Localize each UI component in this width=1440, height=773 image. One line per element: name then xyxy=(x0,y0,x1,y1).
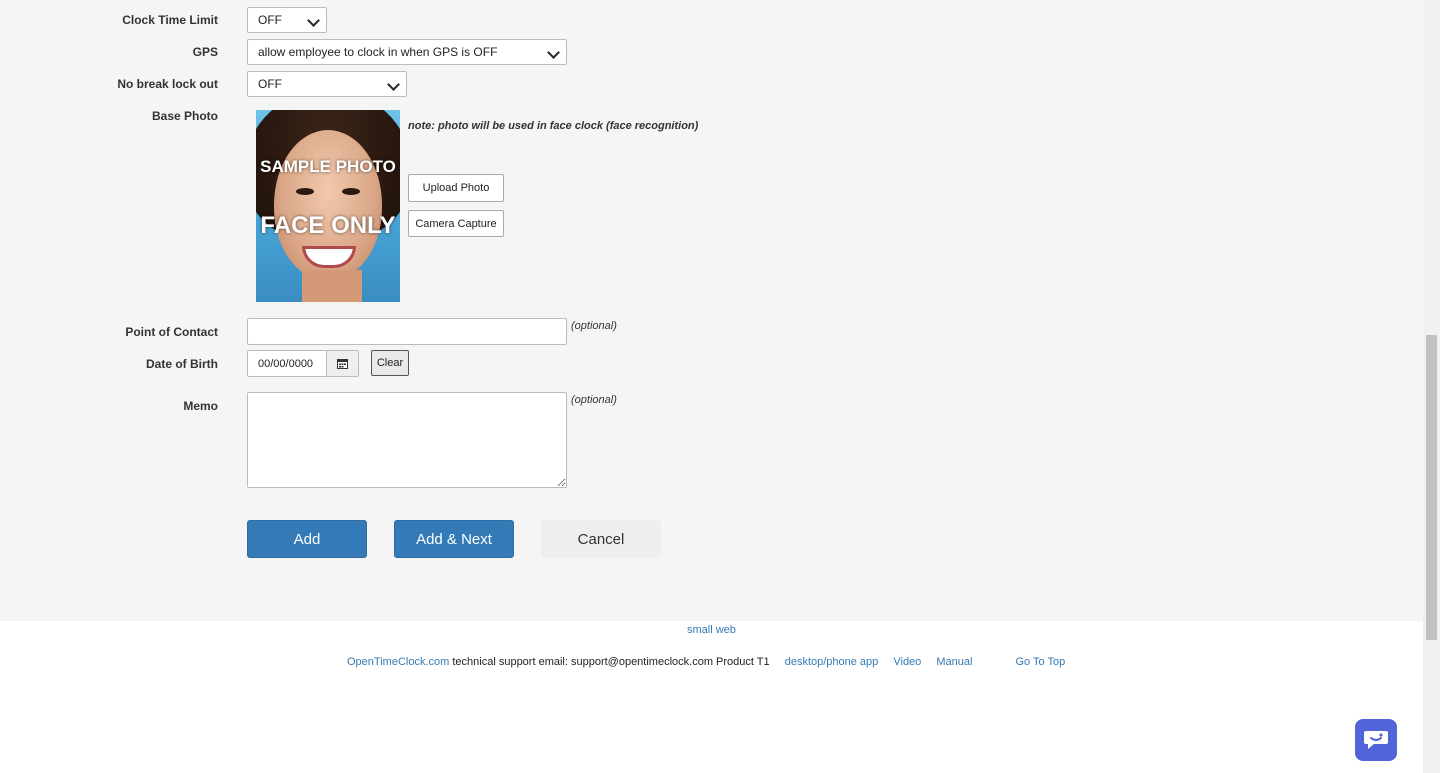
chat-bubble-icon xyxy=(1364,731,1388,749)
clock-time-limit-value: OFF xyxy=(258,13,282,27)
add-and-next-button[interactable]: Add & Next xyxy=(394,520,514,558)
point-of-contact-label: Point of Contact xyxy=(125,325,218,339)
gps-label: GPS xyxy=(192,45,218,59)
camera-capture-button[interactable]: Camera Capture xyxy=(408,210,504,237)
sample-photo-text-1: SAMPLE PHOTO xyxy=(260,157,396,176)
footer: small web OpenTimeClock.com technical su… xyxy=(0,621,1423,773)
date-of-birth-input[interactable]: 00/00/0000 xyxy=(247,350,327,377)
point-of-contact-hint: (optional) xyxy=(571,320,617,332)
cancel-button[interactable]: Cancel xyxy=(541,520,661,558)
opentimeclock-link[interactable]: OpenTimeClock.com xyxy=(347,656,449,668)
chevron-down-icon xyxy=(547,46,560,59)
base-photo-label: Base Photo xyxy=(151,109,218,123)
date-of-birth-label: Date of Birth xyxy=(146,357,218,371)
chat-widget-button[interactable] xyxy=(1355,719,1397,761)
gps-value: allow employee to clock in when GPS is O… xyxy=(258,45,498,59)
memo-label: Memo xyxy=(183,399,218,413)
gps-select[interactable]: allow employee to clock in when GPS is O… xyxy=(247,39,567,65)
small-web-link[interactable]: small web xyxy=(687,624,736,636)
upload-photo-button[interactable]: Upload Photo xyxy=(408,174,504,202)
desktop-phone-app-link[interactable]: desktop/phone app xyxy=(785,656,879,668)
memo-textarea[interactable] xyxy=(247,392,567,488)
point-of-contact-input[interactable] xyxy=(247,318,567,345)
video-link[interactable]: Video xyxy=(893,656,921,668)
calendar-icon xyxy=(337,359,348,369)
chevron-down-icon xyxy=(307,14,320,27)
date-of-birth-value: 00/00/0000 xyxy=(258,357,314,370)
photo-note: note: photo will be used in face clock (… xyxy=(408,120,699,132)
manual-link[interactable]: Manual xyxy=(936,656,972,668)
calendar-button[interactable] xyxy=(326,350,359,377)
add-button[interactable]: Add xyxy=(247,520,367,558)
sample-photo-text-2: FACE ONLY xyxy=(260,212,396,239)
memo-hint: (optional) xyxy=(571,394,617,406)
form-area: Clock Time Limit OFF GPS allow employee … xyxy=(0,0,1423,621)
scrollbar-thumb[interactable] xyxy=(1426,335,1437,640)
clear-date-button[interactable]: Clear xyxy=(371,350,409,376)
support-text: technical support email: support@opentim… xyxy=(452,656,770,668)
clock-time-limit-label: Clock Time Limit xyxy=(122,13,218,27)
clock-time-limit-select[interactable]: OFF xyxy=(247,7,327,33)
footer-links: OpenTimeClock.com technical support emai… xyxy=(347,656,1065,668)
no-break-lock-out-label: No break lock out xyxy=(117,77,218,91)
no-break-lock-out-select[interactable]: OFF xyxy=(247,71,407,97)
go-to-top-link[interactable]: Go To Top xyxy=(1016,656,1066,668)
chevron-down-icon xyxy=(387,78,400,91)
no-break-lock-out-value: OFF xyxy=(258,77,282,91)
sample-photo: SAMPLE PHOTO FACE ONLY xyxy=(256,110,400,302)
